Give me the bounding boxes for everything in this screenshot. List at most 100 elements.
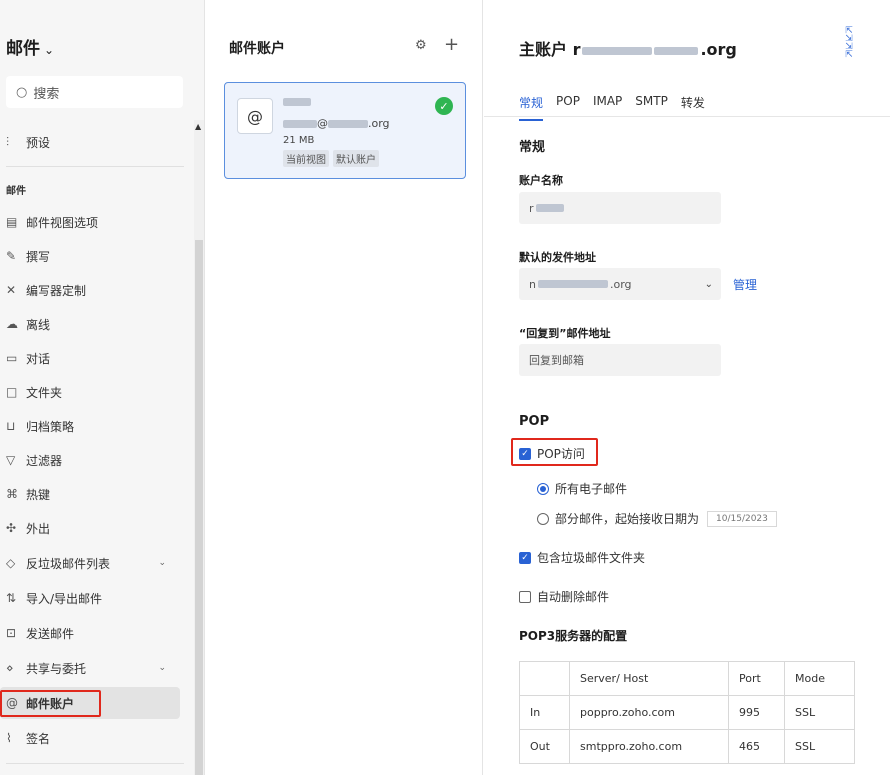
include-spam-label: 包含垃圾邮件文件夹 (537, 551, 646, 565)
account-card[interactable]: @ @ .org 21 MB 当前视图 默认账户 ✓ (224, 82, 466, 179)
include-spam-checkbox[interactable]: ✓ 包含垃圾邮件文件夹 (519, 549, 645, 566)
checkbox-unchecked-icon (519, 590, 531, 603)
hotkey-icon: ⌘ (6, 487, 18, 501)
radio-unselected-icon (537, 512, 549, 525)
sidebar-item-sharing[interactable]: ⋄ 共享与委托 ⌄ (6, 652, 180, 684)
sidebar-scrollbar[interactable]: ▲ (194, 120, 204, 775)
table-header-row: Server/ Host Port Mode (519, 661, 855, 696)
tabs-divider (484, 116, 890, 117)
table-header-cell: Port (728, 661, 785, 696)
radio-all-label: 所有电子邮件 (555, 482, 628, 496)
checkbox-checked-icon: ✓ (519, 551, 531, 564)
table-row: Out smtppro.zoho.com 465 SSL (519, 729, 855, 764)
table-cell: In (519, 695, 570, 730)
send-icon: ⊡ (6, 626, 17, 640)
table-cell: 465 (728, 729, 785, 764)
account-tags: 当前视图 默认账户 (283, 150, 379, 167)
sidebar-item-label: 离线 (26, 317, 51, 332)
search-placeholder: 搜索 (33, 86, 60, 102)
chevron-down-icon: ⌄ (158, 663, 166, 673)
radio-all-mail[interactable]: 所有电子邮件 (537, 480, 627, 497)
scroll-up-icon[interactable]: ▲ (195, 122, 201, 131)
sliders-icon: ⫶ (6, 134, 10, 149)
divider (6, 763, 184, 764)
share-icon: ⋄ (6, 661, 14, 675)
reply-to-placeholder: 回复到邮箱 (529, 354, 584, 367)
account-detail-panel: 主账户 r .org ⇱ ⇲ ⇲ ⇱ 常规 POP IMAP SMTP 转发 常规 … (484, 0, 890, 775)
sidebar-item-folders[interactable]: □ 文件夹 (6, 376, 180, 408)
add-account-button[interactable]: + (444, 34, 459, 55)
sidebar-item-antispam[interactable]: ◇ 反垃圾邮件列表 ⌄ (6, 547, 180, 579)
reply-to-label: “回复到”邮件地址 (519, 327, 611, 340)
sidebar-item-archive[interactable]: ⊔ 归档策略 (6, 410, 180, 442)
compose-icon: ✎ (6, 249, 17, 263)
signature-icon: ⌇ (6, 731, 12, 745)
sidebar-title[interactable]: 邮件 ⌄ (6, 34, 54, 59)
chevron-down-icon: ⌄ (44, 43, 55, 57)
search-icon: ○ (16, 84, 28, 100)
accounts-title: 邮件账户 (229, 41, 285, 57)
radio-partial-mail[interactable]: 部分邮件，起始接收日期为 10/15/2023 (537, 510, 777, 527)
chat-icon: ▭ (6, 351, 18, 365)
table-cell: smtppro.zoho.com (569, 729, 729, 764)
sidebar-item-offline[interactable]: ☁ 离线 (6, 308, 180, 340)
sidebar-item-filters[interactable]: ▽ 过滤器 (6, 444, 180, 476)
gear-icon[interactable]: ⚙ (415, 38, 427, 53)
offline-icon: ☁ (6, 317, 18, 331)
account-name-field[interactable]: r (519, 192, 721, 224)
accounts-column: 邮件账户 ⚙ + @ @ .org 21 MB 当前视图 默认账户 ✓ (205, 0, 483, 775)
pop3-config-title: POP3服务器的配置 (519, 629, 628, 643)
sidebar-item-hotkeys[interactable]: ⌘ 热键 (6, 478, 180, 510)
general-section-title: 常规 (519, 140, 546, 155)
scrollbar-thumb[interactable] (195, 240, 203, 775)
sidebar-section-mail: 邮件 (6, 186, 26, 197)
divider (6, 166, 184, 167)
check-icon: ✓ (435, 97, 453, 115)
filter-icon: ▽ (6, 453, 16, 467)
sidebar-item-compose[interactable]: ✎ 撰写 (6, 240, 180, 272)
sidebar-item-label: 预设 (26, 135, 51, 150)
tag-current-view: 当前视图 (283, 150, 329, 167)
sidebar-item-send-mail[interactable]: ⊡ 发送邮件 (6, 617, 180, 649)
sidebar-item-label: 热键 (26, 487, 51, 502)
expand-icon[interactable]: ⇱ ⇲ ⇲ ⇱ (841, 27, 857, 60)
sidebar-item-label: 归档策略 (26, 419, 75, 434)
manage-link[interactable]: 管理 (733, 276, 757, 293)
tag-default-account: 默认账户 (333, 150, 379, 167)
at-icon: @ (237, 98, 273, 134)
sidebar-title-label: 邮件 (6, 39, 40, 59)
account-size: 21 MB (283, 135, 315, 146)
shield-icon: ◇ (6, 556, 16, 570)
highlight-box (511, 438, 598, 466)
sidebar-item-mail-view[interactable]: ▤ 邮件视图选项 (6, 206, 180, 238)
sidebar-item-label: 导入/导出邮件 (26, 591, 103, 606)
table-header-cell: Mode (784, 661, 855, 696)
table-cell: Out (519, 729, 570, 764)
sidebar-item-label: 签名 (26, 731, 51, 746)
account-email: @ .org (283, 117, 390, 130)
start-date-field[interactable]: 10/15/2023 (707, 510, 777, 527)
sidebar-item-signature[interactable]: ⌇ 签名 (6, 722, 180, 754)
reply-to-input[interactable]: 回复到邮箱 (519, 344, 721, 376)
account-name-label: 账户名称 (519, 174, 563, 187)
archive-icon: ⊔ (6, 419, 16, 433)
sidebar-item-conversation[interactable]: ▭ 对话 (6, 342, 180, 374)
sidebar-item-label: 文件夹 (26, 385, 63, 400)
folder-icon: □ (6, 385, 18, 399)
sidebar-item-label: 邮件视图选项 (26, 215, 99, 230)
table-cell: SSL (784, 695, 855, 730)
search-input[interactable]: ○ 搜索 (6, 76, 183, 108)
sidebar-item-editor[interactable]: ✕ 编写器定制 (6, 274, 180, 306)
page-title: 主账户 r .org (519, 40, 737, 59)
auto-delete-checkbox[interactable]: 自动删除邮件 (519, 588, 609, 605)
sidebar-item-import-export[interactable]: ⇅ 导入/导出邮件 (6, 582, 180, 614)
sidebar-item-label: 反垃圾邮件列表 (26, 556, 111, 571)
table-header-cell: Server/ Host (569, 661, 729, 696)
default-from-label: 默认的发件地址 (519, 251, 596, 264)
sidebar-item-away[interactable]: ✣ 外出 (6, 512, 180, 544)
sidebar-item-preset[interactable]: ⫶ 预设 (6, 126, 180, 158)
table-cell: 995 (728, 695, 785, 730)
sidebar-item-label: 对话 (26, 351, 51, 366)
sidebar-item-label: 发送邮件 (26, 626, 75, 641)
default-from-select[interactable]: n .org ⌄ (519, 268, 721, 300)
